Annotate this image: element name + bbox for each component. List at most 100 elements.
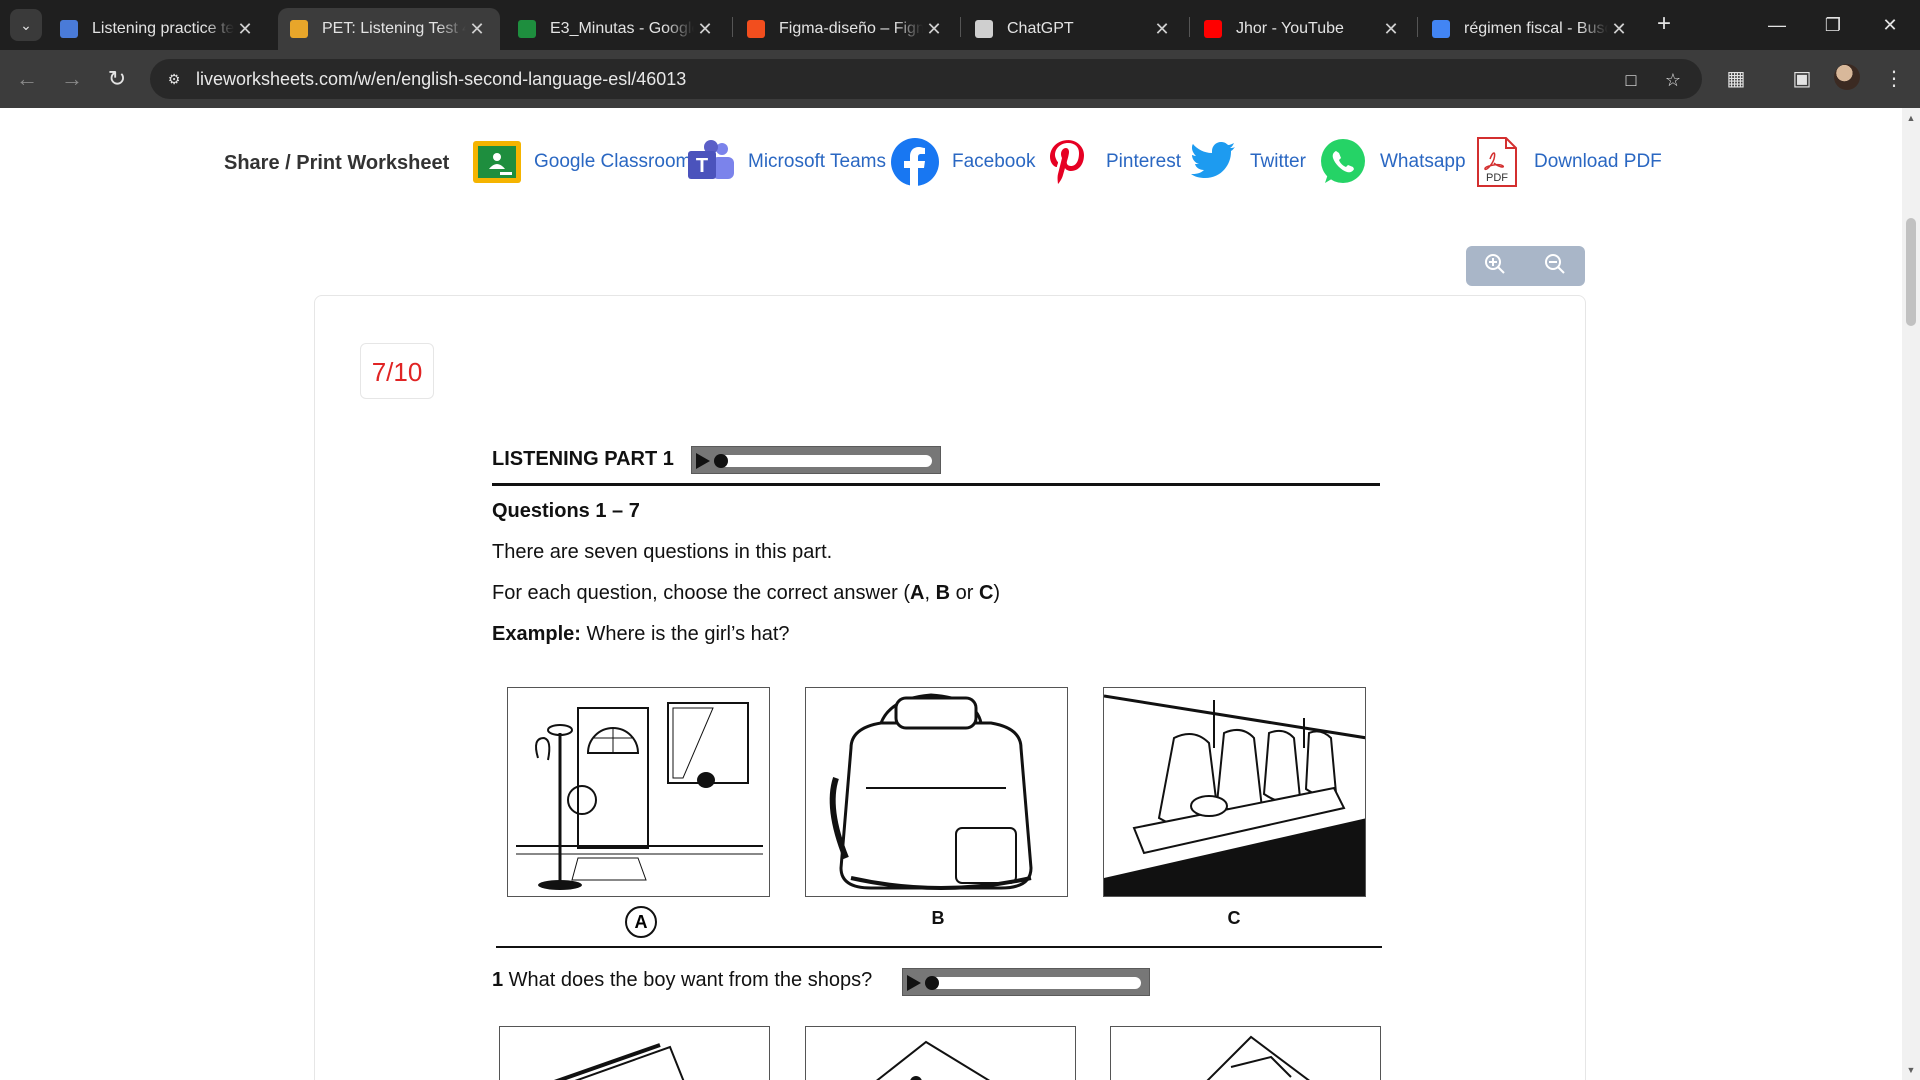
profile-avatar[interactable]: [1834, 64, 1860, 90]
browser-tab[interactable]: ChatGPT ✕: [963, 8, 1185, 50]
play-icon[interactable]: [907, 975, 921, 991]
intro-text: ,: [924, 582, 936, 604]
audio-player-q1[interactable]: [902, 968, 1150, 996]
example-option-a-circled: A: [625, 906, 657, 938]
share-pinterest[interactable]: Pinterest: [1044, 128, 1181, 196]
audio-progress-thumb[interactable]: [925, 976, 939, 990]
option-c-mark: C: [978, 582, 994, 604]
zoom-out-icon[interactable]: [1540, 252, 1570, 280]
tab-title: Figma-diseño – Figm: [779, 20, 923, 37]
tab-close-icon[interactable]: ✕: [1608, 19, 1630, 40]
twitter-icon: [1191, 142, 1235, 178]
tab-close-icon[interactable]: ✕: [694, 19, 716, 40]
back-button[interactable]: ←: [10, 62, 44, 96]
scroll-down-arrow-icon[interactable]: ▼: [1902, 1062, 1920, 1078]
intro-text: ): [993, 582, 1001, 604]
browser-tab[interactable]: Figma-diseño – Figm ✕: [735, 8, 957, 50]
tab-title: régimen fiscal - Busc: [1464, 20, 1608, 37]
cast-icon[interactable]: ▣: [1787, 64, 1817, 94]
pdf-icon: PDF: [1477, 137, 1517, 187]
tab-close-icon[interactable]: ✕: [466, 19, 488, 40]
browser-tab[interactable]: E3_Minutas - Google ✕: [506, 8, 728, 50]
tab-separator: [960, 17, 961, 37]
question-1: 1 What does the boy want from the shops?: [492, 969, 872, 992]
share-download-pdf[interactable]: PDF Download PDF: [1472, 128, 1662, 196]
share-twitter[interactable]: Twitter: [1188, 128, 1306, 196]
address-bar[interactable]: ⚙ liveworksheets.com/w/en/english-second…: [150, 59, 1702, 99]
questions-heading: Questions 1 – 7: [492, 500, 640, 522]
menu-icon[interactable]: ⋮: [1879, 64, 1909, 94]
tab-title: Listening practice tes: [92, 20, 234, 37]
share-label: Download PDF: [1534, 151, 1662, 172]
audio-progress-thumb[interactable]: [714, 454, 728, 468]
reload-button[interactable]: ↻: [100, 62, 134, 96]
tab-favicon-icon: [747, 20, 765, 38]
share-label: Pinterest: [1106, 151, 1181, 172]
forward-button[interactable]: →: [55, 62, 89, 96]
part-title: LISTENING PART 1: [492, 448, 674, 470]
question-text: What does the boy want from the shops?: [503, 969, 873, 991]
new-tab-button[interactable]: +: [1649, 10, 1679, 40]
browser-tab[interactable]: Jhor - YouTube ✕: [1192, 8, 1414, 50]
tab-title: E3_Minutas - Google: [550, 20, 694, 37]
share-label: Facebook: [952, 151, 1036, 172]
extensions-icon[interactable]: ▦: [1721, 64, 1751, 94]
site-info-icon[interactable]: ⚙: [164, 69, 184, 89]
close-window-button[interactable]: ✕: [1862, 0, 1918, 50]
zoom-in-icon[interactable]: [1480, 252, 1510, 280]
browser-tab[interactable]: Listening practice tes ✕: [48, 8, 268, 50]
tab-favicon-icon: [975, 20, 993, 38]
share-title: Share / Print Worksheet: [224, 152, 450, 174]
example-question: Where is the girl’s hat?: [580, 623, 790, 645]
play-icon[interactable]: [696, 453, 710, 469]
tab-search-button[interactable]: ⌄: [10, 9, 42, 41]
tab-close-icon[interactable]: ✕: [1380, 19, 1402, 40]
tab-separator: [732, 17, 733, 37]
install-app-icon[interactable]: □: [1620, 69, 1642, 91]
share-label: Whatsapp: [1380, 151, 1466, 172]
q1-image-c: [1110, 1026, 1381, 1080]
divider: [492, 483, 1380, 486]
share-label: Twitter: [1250, 151, 1306, 172]
share-label: Google Classroom: [534, 151, 692, 172]
intro-line-1: There are seven questions in this part.: [492, 541, 833, 563]
tab-close-icon[interactable]: ✕: [923, 19, 945, 40]
option-b-mark: B: [935, 582, 951, 604]
example-option-b: B: [931, 908, 945, 928]
share-whatsapp[interactable]: Whatsapp: [1318, 128, 1466, 196]
share-microsoft-teams[interactable]: T Microsoft Teams: [686, 128, 886, 196]
tab-close-icon[interactable]: ✕: [234, 19, 256, 40]
example-option-c: C: [1227, 908, 1241, 928]
share-facebook[interactable]: Facebook: [890, 128, 1035, 196]
bookmark-star-icon[interactable]: ☆: [1662, 69, 1684, 91]
svg-text:PDF: PDF: [1486, 172, 1508, 184]
audio-progress-track[interactable]: [929, 977, 1141, 989]
tab-title: ChatGPT: [1007, 20, 1074, 37]
scroll-thumb[interactable]: [1906, 218, 1916, 326]
tab-close-icon[interactable]: ✕: [1151, 19, 1173, 40]
tab-separator: [1417, 17, 1418, 37]
pinterest-icon: [1050, 140, 1084, 184]
page-scrollbar[interactable]: ▲ ▼: [1902, 108, 1920, 1080]
restore-button[interactable]: ❐: [1805, 0, 1861, 50]
facebook-icon: [891, 138, 939, 186]
example-image-c: [1103, 687, 1366, 897]
tab-separator: [1189, 17, 1190, 37]
tab-favicon-icon: [290, 20, 308, 38]
share-label: Microsoft Teams: [748, 151, 886, 172]
share-google-classroom[interactable]: Google Classroom: [472, 128, 691, 196]
audio-player-part1[interactable]: [691, 446, 941, 474]
intro-text: For each question, choose the correct an…: [492, 582, 910, 604]
page-content: Share / Print Worksheet Google Classroom…: [0, 108, 1902, 1080]
browser-tab[interactable]: régimen fiscal - Busc ✕: [1420, 8, 1642, 50]
question-number: 1: [492, 969, 504, 991]
tab-title: PET: Listening Test 46: [322, 20, 466, 37]
browser-tab[interactable]: PET: Listening Test 46 ✕: [278, 8, 500, 50]
audio-progress-track[interactable]: [718, 455, 932, 467]
minimize-button[interactable]: —: [1749, 0, 1805, 50]
scroll-up-arrow-icon[interactable]: ▲: [1902, 110, 1920, 126]
zoom-controls: [1466, 246, 1585, 286]
example-line: Example: Where is the girl’s hat?: [492, 623, 790, 646]
tab-favicon-icon: [1432, 20, 1450, 38]
tab-strip: ⌄ Listening practice tes ✕ PET: Listening …: [0, 0, 1920, 50]
